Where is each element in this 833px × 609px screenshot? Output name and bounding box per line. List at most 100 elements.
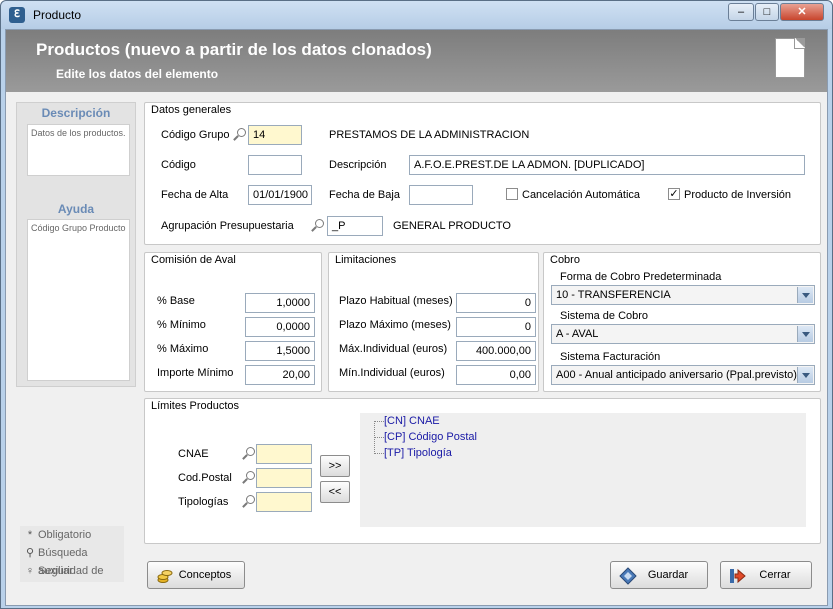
fecha-alta-input[interactable]: 01/01/1900 — [248, 185, 312, 205]
window: ℇ Producto – □ ✕ Productos (nuevo a part… — [0, 0, 833, 609]
tipologias-search-icon[interactable] — [242, 495, 256, 509]
cnae-search-icon[interactable] — [242, 447, 256, 461]
sistema-facturacion-select[interactable]: A00 - Anual anticipado aniversario (Ppal… — [551, 365, 815, 385]
descripcion-heading: Descripción — [41, 106, 111, 120]
fecha-alta-label: Fecha de Alta — [161, 189, 229, 201]
maximo-label: % Máximo — [157, 343, 209, 355]
legend-obligatorio: * Obligatorio — [20, 526, 124, 544]
sistema-cobro-select[interactable]: A - AVAL — [551, 324, 815, 344]
maximo-input[interactable]: 1,5000 — [245, 341, 315, 361]
legend-busqueda: ⚲ Búsqueda auxiliar — [20, 544, 124, 577]
tipologias-label: Tipologías — [178, 496, 229, 508]
sistema-facturacion-value: A00 - Anual anticipado aniversario (Ppal… — [556, 369, 797, 381]
tree-connector — [374, 453, 384, 454]
sidebar: Descripción Datos de los productos. Ayud… — [16, 102, 136, 387]
guardar-label: Guardar — [647, 569, 689, 581]
max-individual-input[interactable]: 400.000,00 — [456, 341, 536, 361]
cancelacion-checkbox[interactable] — [506, 188, 518, 200]
base-label: % Base — [157, 295, 195, 307]
datos-generales-panel: Datos generales Código Grupo 14 PRESTAMO… — [144, 102, 821, 245]
plazo-maximo-input[interactable]: 0 — [456, 317, 536, 337]
codigo-grupo-search-icon[interactable] — [233, 128, 247, 142]
cobro-title: Cobro — [550, 254, 580, 266]
ayuda-heading: Ayuda — [57, 202, 95, 216]
forma-cobro-label: Forma de Cobro Predeterminada — [560, 271, 722, 283]
limites-panel: Límites Productos CNAE Cod.Postal Tipolo… — [144, 398, 821, 544]
tree-item-cnae[interactable]: [CN] CNAE — [384, 415, 440, 427]
descripcion-label: Descripción — [329, 159, 387, 171]
comision-panel: Comisión de Aval % Base 1,0000 % Mínimo … — [144, 252, 322, 392]
limites-tree: [CN] CNAE [CP] Código Postal [TP] Tipolo… — [360, 413, 806, 527]
limitaciones-panel: Limitaciones Plazo Habitual (meses) 0 Pl… — [328, 252, 539, 392]
maximize-button[interactable]: □ — [755, 3, 779, 21]
lock-icon: ♀ — [25, 565, 35, 577]
dialog-body: Productos (nuevo a partir de los datos c… — [5, 29, 828, 606]
tree-connector — [374, 437, 384, 438]
codigo-grupo-description: PRESTAMOS DE LA ADMINISTRACION — [329, 129, 530, 141]
chevron-down-icon[interactable] — [797, 287, 813, 303]
magnifier-icon: ⚲ — [25, 547, 35, 559]
codigo-label: Código — [161, 159, 196, 171]
cerrar-button[interactable]: Cerrar — [720, 561, 812, 589]
minimo-label: % Mínimo — [157, 319, 206, 331]
tree-connector — [374, 421, 384, 422]
conceptos-button[interactable]: Conceptos — [147, 561, 245, 589]
title-bar: ℇ Producto – □ ✕ — [1, 1, 832, 29]
plazo-habitual-input[interactable]: 0 — [456, 293, 536, 313]
legend: * Obligatorio ⚲ Búsqueda auxiliar ♀ Segurid… — [20, 526, 124, 582]
descripcion-text: Datos de los productos. — [27, 124, 130, 176]
sistema-facturacion-label: Sistema Facturación — [560, 351, 661, 363]
chevron-down-icon[interactable] — [797, 326, 813, 342]
legend-seguridad-label: Seguridad de — [38, 565, 104, 577]
remove-button[interactable]: << — [320, 481, 350, 503]
forma-cobro-select[interactable]: 10 - TRANSFERENCIA — [551, 285, 815, 305]
codigo-input[interactable] — [248, 155, 302, 175]
agrupacion-label: Agrupación Presupuestaria — [161, 220, 294, 232]
cnae-label: CNAE — [178, 448, 209, 460]
postal-search-icon[interactable] — [242, 471, 256, 485]
datos-generales-title: Datos generales — [151, 104, 232, 116]
tree-item-postal[interactable]: [CP] Código Postal — [384, 431, 477, 443]
cnae-input[interactable] — [256, 444, 312, 464]
cerrar-label: Cerrar — [759, 569, 791, 581]
descripcion-input[interactable]: A.F.O.E.PREST.DE LA ADMON. [DUPLICADO] — [409, 155, 805, 175]
limites-title: Límites Productos — [151, 400, 240, 412]
codigo-grupo-label: Código Grupo — [161, 129, 230, 141]
importe-minimo-input[interactable]: 20,00 — [245, 365, 315, 385]
header-banner: Productos (nuevo a partir de los datos c… — [6, 30, 827, 92]
conceptos-label: Conceptos — [178, 569, 232, 581]
add-button[interactable]: >> — [320, 455, 350, 477]
chevron-down-icon[interactable] — [797, 367, 813, 383]
plazo-maximo-label: Plazo Máximo (meses) — [339, 319, 451, 331]
tree-item-tipologia[interactable]: [TP] Tipología — [384, 447, 452, 459]
min-individual-label: Mín.Individual (euros) — [339, 367, 445, 379]
window-title: Producto — [33, 8, 82, 22]
inversion-checkbox[interactable]: ✓ — [668, 188, 680, 200]
guardar-button[interactable]: Guardar — [610, 561, 708, 589]
exit-arrow-icon — [730, 568, 746, 584]
cod-postal-label: Cod.Postal — [178, 472, 232, 484]
app-logo-icon: ℇ — [9, 7, 25, 23]
close-button[interactable]: ✕ — [780, 3, 824, 21]
ayuda-text: Código Grupo Producto — [27, 219, 130, 381]
sistema-cobro-value: A - AVAL — [556, 328, 599, 340]
minimize-button[interactable]: – — [728, 3, 754, 21]
comision-title: Comisión de Aval — [151, 254, 236, 266]
codigo-grupo-input[interactable]: 14 — [248, 125, 302, 145]
base-input[interactable]: 1,0000 — [245, 293, 315, 313]
agrupacion-input[interactable]: _P — [327, 216, 383, 236]
agrupacion-description: GENERAL PRODUCTO — [393, 220, 511, 232]
tipologias-input[interactable] — [256, 492, 312, 512]
limitaciones-title: Limitaciones — [335, 254, 397, 266]
fecha-baja-label: Fecha de Baja — [329, 189, 400, 201]
minimo-input[interactable]: 0,0000 — [245, 317, 315, 337]
cod-postal-input[interactable] — [256, 468, 312, 488]
fecha-baja-input[interactable] — [409, 185, 473, 205]
importe-minimo-label: Importe Mínimo — [157, 367, 234, 379]
cobro-panel: Cobro Forma de Cobro Predeterminada 10 -… — [543, 252, 821, 392]
max-individual-label: Máx.Individual (euros) — [339, 343, 448, 355]
asterisk-icon: * — [27, 529, 33, 541]
min-individual-input[interactable]: 0,00 — [456, 365, 536, 385]
agrupacion-search-icon[interactable] — [311, 219, 325, 233]
page-title: Productos (nuevo a partir de los datos c… — [36, 40, 432, 59]
